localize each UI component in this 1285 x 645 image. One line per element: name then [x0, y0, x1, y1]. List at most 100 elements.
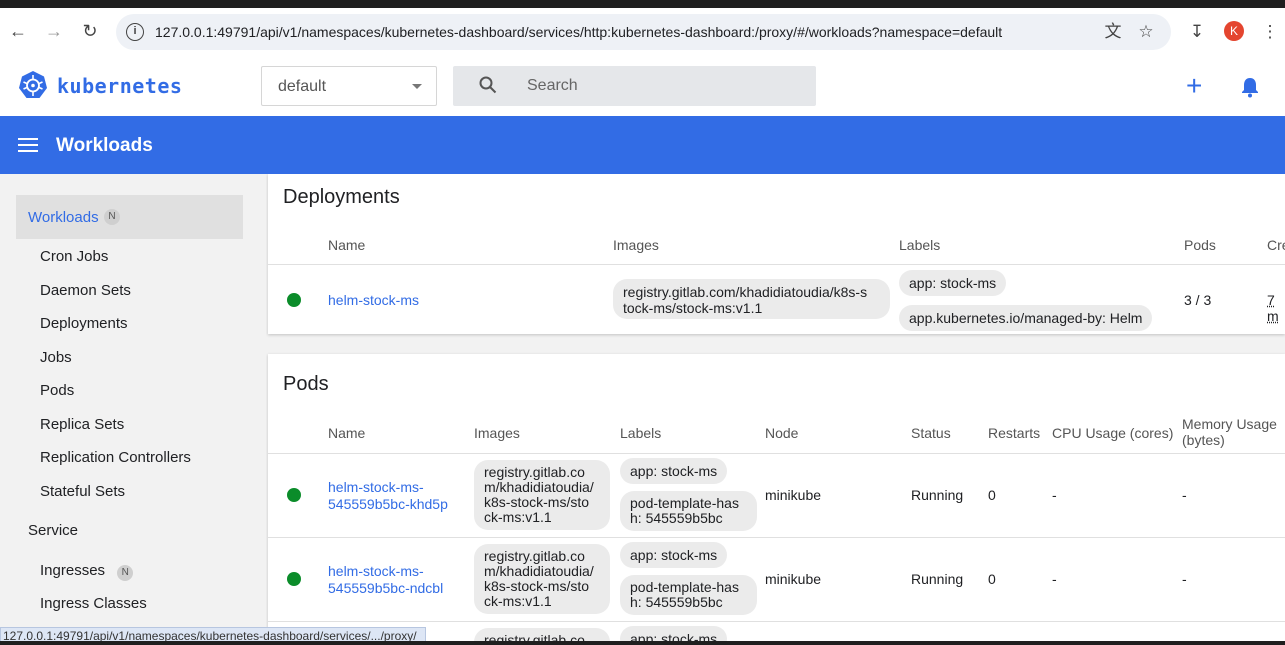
- column-header-labels: Labels: [620, 425, 662, 441]
- reload-icon[interactable]: ↻: [79, 20, 101, 42]
- sidebar-item-pods[interactable]: Pods: [40, 382, 74, 399]
- pod-status: Running: [911, 571, 964, 587]
- back-arrow-icon[interactable]: ←: [7, 20, 29, 42]
- column-header-created[interactable]: Cre: [1267, 237, 1285, 253]
- label-line: pod-template-has: [630, 495, 739, 511]
- pod-name-line: helm-stock-ms-: [328, 563, 424, 579]
- pod-name-line: 545559b5bc-ndcbl: [328, 580, 444, 596]
- main-content: Deployments Name Images Labels Pods Cre …: [266, 174, 1285, 645]
- search-input[interactable]: [527, 66, 807, 106]
- memory-usage: -: [1182, 571, 1187, 587]
- running-status-icon: [287, 488, 301, 502]
- header-line: Memory Usage: [1182, 416, 1277, 432]
- window-top-edge: [0, 0, 1285, 8]
- sidebar-item-stateful-sets[interactable]: Stateful Sets: [40, 483, 125, 500]
- column-header-node[interactable]: Node: [765, 425, 798, 441]
- label-chip: app: stock-ms: [899, 270, 1007, 296]
- kubernetes-logo-icon[interactable]: [18, 70, 48, 100]
- label-line: h: 545559b5bc: [630, 510, 723, 526]
- divider: [268, 621, 1285, 622]
- column-header-images: Images: [474, 425, 520, 441]
- cpu-usage: -: [1052, 487, 1057, 503]
- site-info-icon[interactable]: i: [126, 23, 144, 41]
- label-chip: app: stock-ms: [620, 542, 728, 568]
- pods-title: Pods: [283, 373, 329, 395]
- image-line: registry.gitlab.co: [484, 464, 585, 480]
- address-bar[interactable]: i 127.0.0.1:49791/api/v1/namespaces/kube…: [116, 14, 1171, 50]
- translate-icon[interactable]: 文: [1103, 22, 1123, 42]
- image-line: m/khadidiatoudia/: [484, 563, 594, 579]
- column-header-cpu-usage: CPU Usage (cores): [1052, 425, 1174, 441]
- node-name: minikube: [765, 487, 822, 503]
- divider: [268, 537, 1285, 538]
- sidebar-item-daemon-sets[interactable]: Daemon Sets: [40, 282, 131, 299]
- sidebar-item-label: Ingresses: [40, 562, 106, 579]
- browser-menu-icon[interactable]: ⋮: [1260, 22, 1280, 42]
- sidebar-section-service[interactable]: Service: [28, 522, 78, 539]
- sidebar-item-deployments[interactable]: Deployments: [40, 315, 128, 332]
- window-bottom-edge: [0, 641, 1285, 645]
- sidebar-item-label: Workloads: [28, 209, 99, 226]
- download-icon[interactable]: ↧: [1187, 22, 1207, 42]
- pod-name-line: helm-stock-ms-: [328, 479, 424, 495]
- forward-arrow-icon[interactable]: →: [43, 20, 65, 42]
- search-box[interactable]: [453, 66, 816, 106]
- divider: [268, 264, 1285, 265]
- browser-toolbar: ← → ↻ i 127.0.0.1:49791/api/v1/namespace…: [0, 8, 1285, 56]
- column-header-memory-usage: Memory Usage (bytes): [1182, 416, 1277, 448]
- sidebar-item-jobs[interactable]: Jobs: [40, 349, 72, 366]
- pod-name-line: 545559b5bc-khd5p: [328, 496, 448, 512]
- sidebar-item-replication-controllers[interactable]: Replication Controllers: [40, 449, 191, 466]
- deployments-card: Deployments Name Images Labels Pods Cre …: [268, 174, 1285, 334]
- image-chip: registry.gitlab.co m/khadidiatoudia/ k8s…: [474, 544, 610, 614]
- sidebar-item-cron-jobs[interactable]: Cron Jobs: [40, 248, 108, 265]
- sidebar-item-ingresses[interactable]: Ingresses N: [40, 562, 134, 581]
- sidebar-item-replica-sets[interactable]: Replica Sets: [40, 416, 124, 433]
- image-line: m/khadidiatoudia/: [484, 479, 594, 495]
- column-header-name[interactable]: Name: [328, 425, 365, 441]
- notifications-bell-icon[interactable]: [1240, 76, 1260, 98]
- pod-status: Running: [911, 487, 964, 503]
- namespace-value: default: [278, 78, 327, 95]
- image-line: ck-ms:v1.1: [484, 593, 552, 609]
- profile-avatar[interactable]: K: [1224, 21, 1244, 41]
- url-text[interactable]: 127.0.0.1:49791/api/v1/namespaces/kubern…: [155, 24, 1002, 40]
- header-line: (bytes): [1182, 432, 1225, 448]
- pod-name-link[interactable]: helm-stock-ms- 545559b5bc-khd5p: [328, 479, 448, 513]
- sidebar-item-workloads[interactable]: Workloads N: [16, 195, 243, 239]
- bookmark-star-icon[interactable]: ☆: [1136, 22, 1156, 42]
- label-chip: pod-template-has h: 545559b5bc: [620, 491, 757, 531]
- image-line: k8s-stock-ms/sto: [484, 494, 590, 510]
- image-line: registry.gitlab.co: [484, 548, 585, 564]
- label-chip: app: stock-ms: [620, 458, 728, 484]
- divider: [268, 453, 1285, 454]
- pod-name-link[interactable]: helm-stock-ms- 545559b5bc-ndcbl: [328, 563, 443, 597]
- column-header-status[interactable]: Status: [911, 425, 951, 441]
- new-badge: N: [104, 209, 120, 225]
- image-chip: registry.gitlab.co m/khadidiatoudia/ k8s…: [474, 460, 610, 530]
- sidebar: Workloads N Cron Jobs Daemon Sets Deploy…: [0, 174, 266, 645]
- running-status-icon: [287, 572, 301, 586]
- sidebar-item-ingress-classes[interactable]: Ingress Classes: [40, 595, 147, 612]
- namespace-select[interactable]: default: [261, 66, 437, 106]
- app-header: kubernetes default +: [0, 56, 1285, 116]
- brand-name[interactable]: kubernetes: [57, 74, 182, 98]
- image-line: ck-ms:v1.1: [484, 509, 552, 525]
- pods-card: Pods Name Images Labels Node Status Rest…: [268, 354, 1285, 645]
- pods-count: 3 / 3: [1184, 292, 1212, 308]
- node-name: minikube: [765, 571, 822, 587]
- image-line: tock-ms/stock-ms:v1.1: [623, 300, 763, 316]
- image-line: k8s-stock-ms/sto: [484, 578, 590, 594]
- page-toolbar: Workloads: [0, 116, 1285, 174]
- restart-count: 0: [988, 571, 996, 587]
- hamburger-menu-icon[interactable]: [18, 138, 38, 152]
- restart-count: 0: [988, 487, 996, 503]
- create-plus-icon[interactable]: +: [1186, 72, 1202, 100]
- column-header-pods: Pods: [1184, 237, 1216, 253]
- column-header-restarts[interactable]: Restarts: [988, 425, 1040, 441]
- label-chip: pod-template-has h: 545559b5bc: [620, 575, 757, 615]
- image-line: registry.gitlab.com/khadidiatoudia/k8s-s: [623, 284, 868, 300]
- column-header-name[interactable]: Name: [328, 237, 365, 253]
- deployment-name-link[interactable]: helm-stock-ms: [328, 292, 419, 308]
- cpu-usage: -: [1052, 571, 1057, 587]
